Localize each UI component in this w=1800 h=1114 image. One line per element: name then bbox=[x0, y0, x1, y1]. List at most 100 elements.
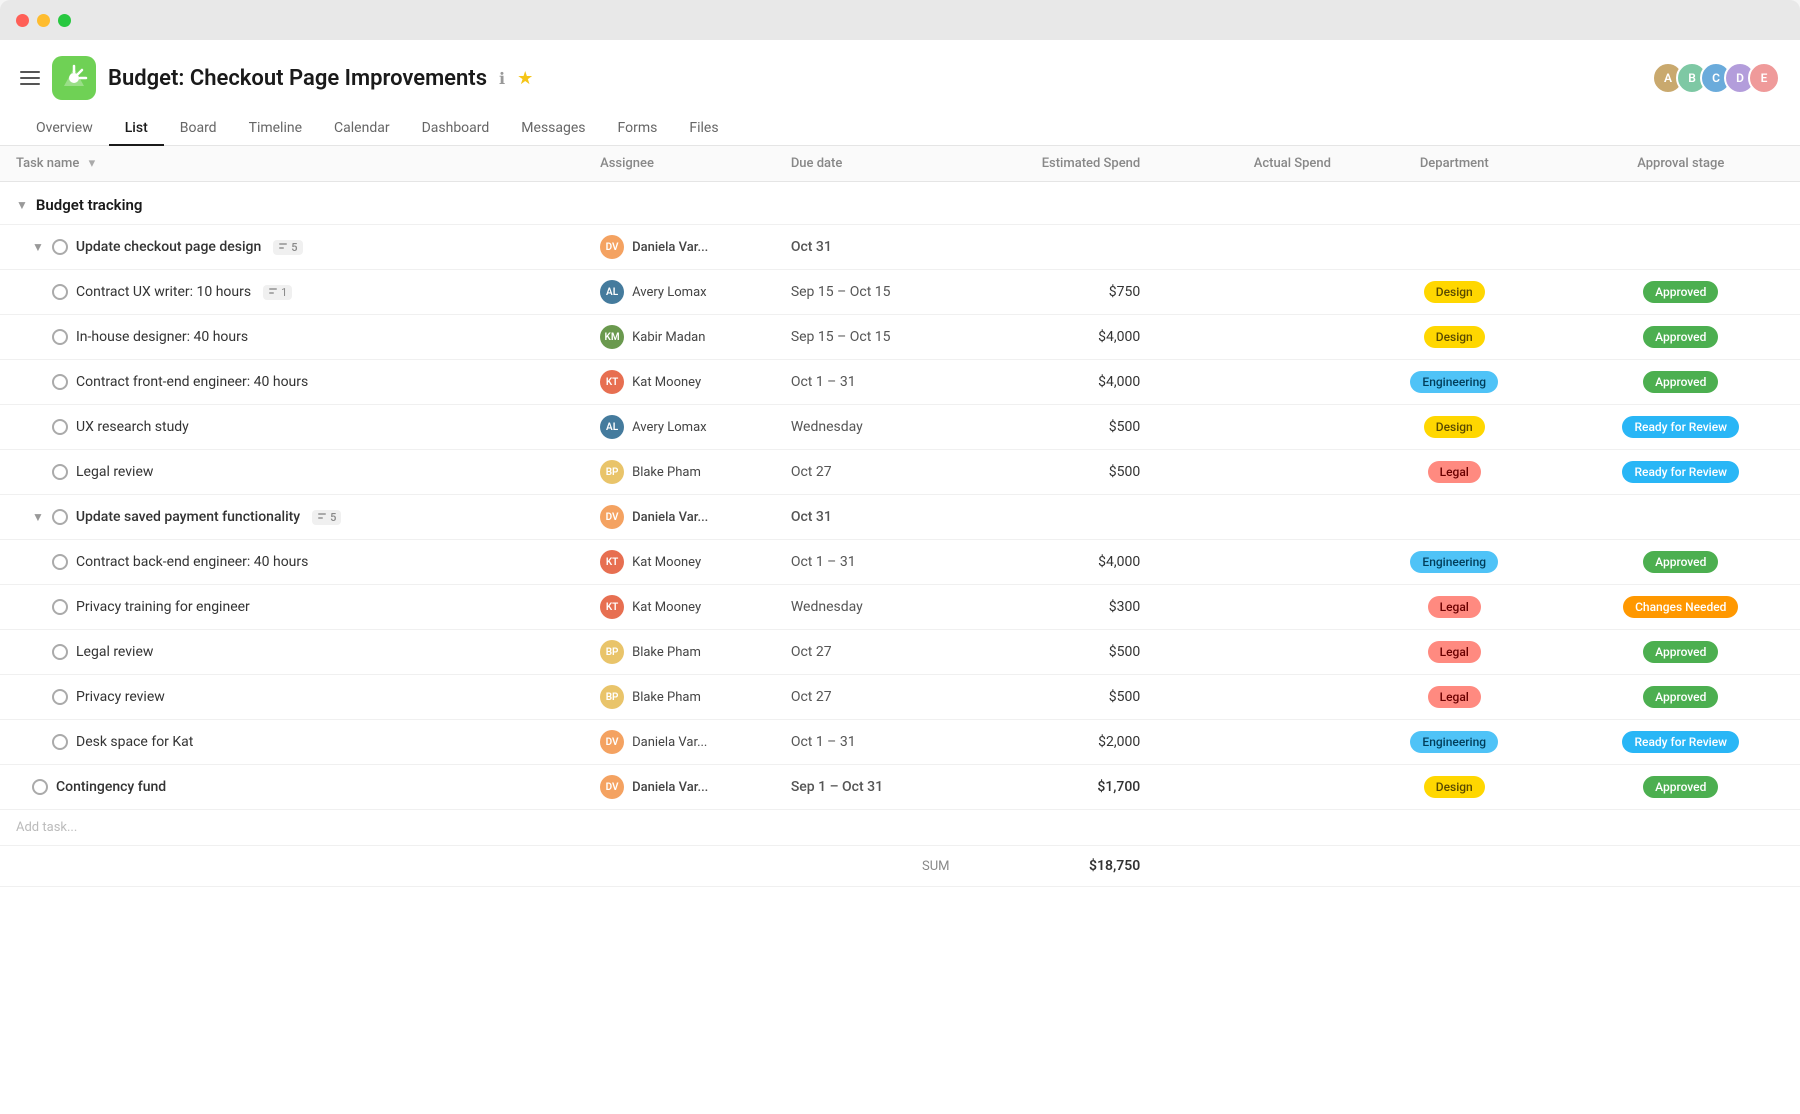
task-circle[interactable] bbox=[52, 374, 68, 390]
task-circle[interactable] bbox=[52, 239, 68, 255]
approval-stage: Ready for Review bbox=[1562, 720, 1800, 765]
avatar: DV bbox=[600, 730, 624, 754]
due-date: Oct 31 bbox=[775, 225, 966, 270]
col-department: Department bbox=[1347, 146, 1562, 182]
task-name-cell: Privacy review bbox=[52, 689, 568, 705]
task-circle[interactable] bbox=[52, 509, 68, 525]
assignee-cell: KM Kabir Madan bbox=[600, 325, 759, 349]
avatar: AL bbox=[600, 415, 624, 439]
estimated-spend bbox=[966, 225, 1157, 270]
estimated-spend: $2,000 bbox=[966, 720, 1157, 765]
task-circle[interactable] bbox=[52, 599, 68, 615]
department: Legal bbox=[1347, 585, 1562, 630]
avatar: KT bbox=[600, 370, 624, 394]
col-actual-spend: Actual Spend bbox=[1156, 146, 1347, 182]
task-circle[interactable] bbox=[52, 554, 68, 570]
estimated-spend: $500 bbox=[966, 405, 1157, 450]
task-name: Legal review bbox=[76, 464, 153, 480]
table-row: Legal review BP Blake Pham Oct 27 $500 L… bbox=[0, 630, 1800, 675]
approval-stage bbox=[1562, 495, 1800, 540]
approval-stage: Changes Needed bbox=[1562, 585, 1800, 630]
estimated-spend bbox=[966, 495, 1157, 540]
department: Design bbox=[1347, 270, 1562, 315]
department: Engineering bbox=[1347, 360, 1562, 405]
task-name: Privacy review bbox=[76, 689, 165, 705]
app-icon bbox=[52, 56, 96, 100]
task-name-cell: UX research study bbox=[52, 419, 568, 435]
task-name-cell: ▼ Update checkout page design 5 bbox=[32, 239, 568, 255]
maximize-button[interactable] bbox=[58, 14, 71, 27]
due-date: Oct 1 – 31 bbox=[775, 540, 966, 585]
task-name-cell: ▼ Update saved payment functionality 5 bbox=[32, 509, 568, 525]
task-circle[interactable] bbox=[52, 284, 68, 300]
approval-stage: Approved bbox=[1562, 675, 1800, 720]
task-circle[interactable] bbox=[52, 464, 68, 480]
add-task-row[interactable]: Add task... bbox=[0, 810, 1800, 846]
avatar: AL bbox=[600, 280, 624, 304]
subtask-badge: 5 bbox=[273, 240, 302, 255]
star-icon[interactable]: ★ bbox=[517, 68, 533, 89]
avatar: KT bbox=[600, 595, 624, 619]
tab-forms[interactable]: Forms bbox=[602, 112, 674, 146]
assignee-cell: DV Daniela Var... bbox=[600, 775, 759, 799]
due-date: Oct 27 bbox=[775, 450, 966, 495]
collapse-icon[interactable]: ▼ bbox=[16, 198, 28, 212]
assignee-cell: DV Daniela Var... bbox=[600, 730, 759, 754]
avatar: BP bbox=[600, 685, 624, 709]
table-row: Desk space for Kat DV Daniela Var... Oct… bbox=[0, 720, 1800, 765]
due-date: Sep 15 – Oct 15 bbox=[775, 270, 966, 315]
assignee-name: Kat Mooney bbox=[632, 375, 701, 390]
close-button[interactable] bbox=[16, 14, 29, 27]
approval-badge: Changes Needed bbox=[1623, 596, 1738, 618]
actual-spend bbox=[1156, 225, 1347, 270]
actual-spend bbox=[1156, 675, 1347, 720]
estimated-spend: $300 bbox=[966, 585, 1157, 630]
task-name: In-house designer: 40 hours bbox=[76, 329, 248, 345]
task-circle[interactable] bbox=[52, 734, 68, 750]
table-row: UX research study AL Avery Lomax Wednesd… bbox=[0, 405, 1800, 450]
col-estimated-spend: Estimated Spend bbox=[966, 146, 1157, 182]
tab-dashboard[interactable]: Dashboard bbox=[406, 112, 506, 146]
approval-stage: Approved bbox=[1562, 540, 1800, 585]
tab-timeline[interactable]: Timeline bbox=[233, 112, 318, 146]
actual-spend bbox=[1156, 405, 1347, 450]
task-circle[interactable] bbox=[32, 779, 48, 795]
hamburger-menu[interactable] bbox=[20, 68, 40, 88]
task-name-cell: Contract front-end engineer: 40 hours bbox=[52, 374, 568, 390]
assignee-cell: KT Kat Mooney bbox=[600, 550, 759, 574]
task-name: UX research study bbox=[76, 419, 189, 435]
info-icon[interactable]: ℹ bbox=[499, 69, 505, 88]
actual-spend bbox=[1156, 360, 1347, 405]
minimize-button[interactable] bbox=[37, 14, 50, 27]
approval-badge: Ready for Review bbox=[1622, 731, 1739, 753]
task-circle[interactable] bbox=[52, 419, 68, 435]
actual-spend bbox=[1156, 630, 1347, 675]
tab-list[interactable]: List bbox=[109, 112, 164, 146]
tab-overview[interactable]: Overview bbox=[20, 112, 109, 146]
tab-messages[interactable]: Messages bbox=[505, 112, 601, 146]
assignee-name: Daniela Var... bbox=[632, 240, 708, 255]
department bbox=[1347, 495, 1562, 540]
assignee-name: Daniela Var... bbox=[632, 510, 708, 525]
collapse-icon[interactable]: ▼ bbox=[32, 510, 44, 524]
section-title: Budget tracking bbox=[36, 196, 143, 214]
task-circle[interactable] bbox=[52, 689, 68, 705]
actual-spend bbox=[1156, 720, 1347, 765]
table-row: Contingency fund DV Daniela Var... Sep 1… bbox=[0, 765, 1800, 810]
task-circle[interactable] bbox=[52, 329, 68, 345]
department: Engineering bbox=[1347, 540, 1562, 585]
avatar: DV bbox=[600, 235, 624, 259]
tab-files[interactable]: Files bbox=[673, 112, 734, 146]
add-task-label[interactable]: Add task... bbox=[16, 820, 77, 835]
due-date: Wednesday bbox=[775, 405, 966, 450]
due-date: Wednesday bbox=[775, 585, 966, 630]
collapse-icon[interactable]: ▼ bbox=[32, 240, 44, 254]
col-task-name[interactable]: Task name ▾ bbox=[0, 146, 584, 182]
assignee-name: Daniela Var... bbox=[632, 780, 708, 795]
task-name: Legal review bbox=[76, 644, 153, 660]
tab-board[interactable]: Board bbox=[164, 112, 233, 146]
window-chrome bbox=[0, 0, 1800, 40]
task-circle[interactable] bbox=[52, 644, 68, 660]
approval-stage: Approved bbox=[1562, 630, 1800, 675]
tab-calendar[interactable]: Calendar bbox=[318, 112, 406, 146]
